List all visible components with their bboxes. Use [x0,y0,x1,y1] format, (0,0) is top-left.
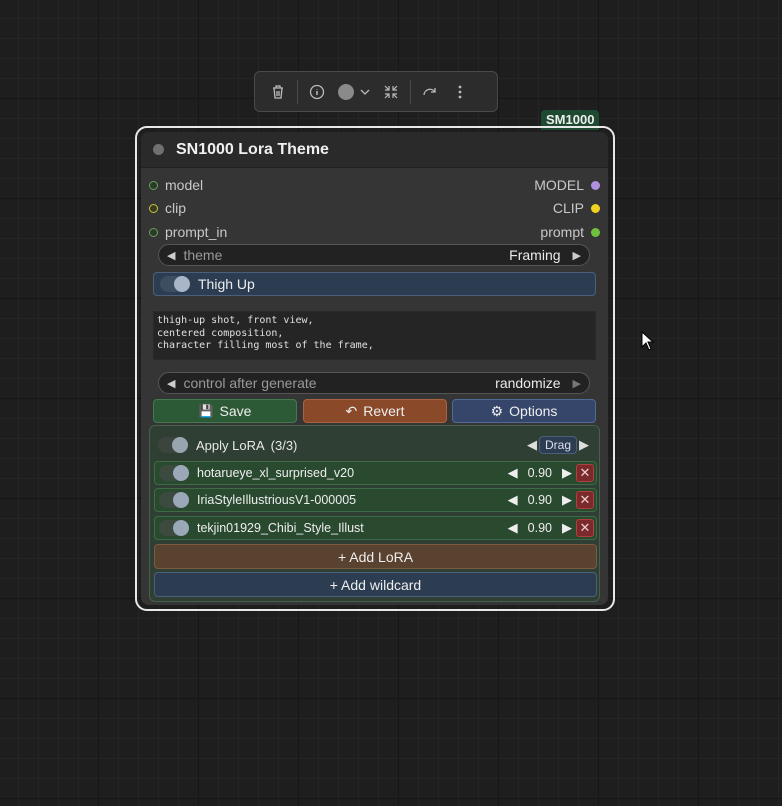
left-arrow-icon[interactable]: ◀ [508,492,518,508]
revert-label: Revert [363,403,405,419]
lora-panel: Apply LoRA (3/3) ◀ Drag ▶ hotarueye_xl_s… [149,425,600,602]
add-lora-button[interactable]: + Add LoRA [154,544,597,569]
strength-value[interactable]: 0.90 [528,521,552,535]
lora-toggle[interactable] [159,492,189,508]
right-arrow-icon[interactable]: ▶ [562,492,572,508]
toolbar-divider [297,79,298,104]
input-slot-clip[interactable] [149,203,158,213]
slot-row-model: model MODEL [141,174,608,194]
output-label: prompt [540,224,584,240]
apply-lora-count: (3/3) [270,437,298,453]
control-label: control after generate [183,375,317,391]
save-button[interactable]: 💾 Save [153,399,297,423]
undo-icon: ↶ [345,402,358,419]
right-arrow-icon[interactable]: ▶ [562,465,572,481]
lora-toggle[interactable] [159,465,189,481]
info-icon[interactable] [306,81,328,103]
input-slot-model[interactable] [149,180,158,190]
floppy-disk-icon: 💾 [198,404,214,418]
lora-strength: ◀ 0.90 ▶ [508,492,572,508]
theme-combo[interactable]: ◀ theme Framing ▶ [158,244,590,266]
left-arrow-icon[interactable]: ◀ [167,377,175,390]
strength-value[interactable]: 0.90 [528,466,552,480]
trash-icon[interactable] [267,81,289,103]
lora-row[interactable]: hotarueye_xl_surprised_v20 ◀ 0.90 ▶ ✕ [154,461,597,485]
lora-theme-node[interactable]: SN1000 Lora Theme model MODEL clip CLIP … [141,132,608,605]
input-label: model [165,177,204,193]
color-circle-icon [338,83,354,100]
right-arrow-icon[interactable]: ▶ [573,249,581,262]
output-label: CLIP [552,200,584,216]
revert-button[interactable]: ↶ Revert [303,399,447,423]
control-value: randomize [495,375,561,391]
left-arrow-icon[interactable]: ◀ [167,249,175,262]
drag-control: ◀ Drag ▶ [527,436,589,454]
node-title: SN1000 Lora Theme [176,140,329,158]
toggle-switch[interactable] [160,276,190,292]
chevron-down-icon [360,89,370,95]
thigh-up-toggle[interactable]: Thigh Up [153,272,596,296]
prompt-textarea[interactable]: thigh-up shot, front view, centered comp… [153,311,596,360]
lora-row[interactable]: IriaStyleIllustriousV1-000005 ◀ 0.90 ▶ ✕ [154,488,597,512]
apply-lora-label: Apply LoRA [196,437,265,453]
right-arrow-icon[interactable]: ▶ [573,377,581,390]
lora-toggle[interactable] [159,520,189,536]
output-slot-model[interactable] [591,180,600,190]
right-arrow-icon[interactable]: ▶ [562,520,572,536]
close-icon[interactable]: ✕ [576,464,594,482]
control-after-generate-combo[interactable]: ◀ control after generate randomize ▶ [158,372,590,394]
slot-row-prompt: prompt_in prompt [141,221,608,241]
apply-lora-row: Apply LoRA (3/3) ◀ Drag ▶ [158,434,595,456]
right-arrow-icon[interactable]: ▶ [579,437,589,453]
redo-arrow-icon[interactable] [419,81,441,103]
vertical-dots-icon[interactable] [449,81,471,103]
output-slot-clip[interactable] [591,203,600,213]
input-label: clip [165,200,187,216]
node-toolbar [254,71,498,112]
lora-name: IriaStyleIllustriousV1-000005 [197,493,357,507]
lora-name: hotarueye_xl_surprised_v20 [197,466,355,480]
close-icon[interactable]: ✕ [576,491,594,509]
options-button[interactable]: ⚙ Options [452,399,596,423]
strength-value[interactable]: 0.90 [528,493,552,507]
theme-value: Framing [509,247,561,263]
toggle-label: Thigh Up [198,276,255,292]
node-header[interactable]: SN1000 Lora Theme [141,132,608,168]
lora-strength: ◀ 0.90 ▶ [508,520,572,536]
drag-mode-value[interactable]: Drag [538,436,577,454]
apply-lora-toggle[interactable] [158,437,188,453]
toolbar-divider [410,79,411,104]
slot-row-clip: clip CLIP [141,197,608,217]
close-icon[interactable]: ✕ [576,519,594,537]
options-label: Options [509,403,558,419]
collapse-toggle-icon[interactable] [153,144,164,155]
mouse-cursor-icon [641,331,655,351]
output-slot-prompt[interactable] [591,227,600,237]
gear-icon: ⚙ [490,402,504,419]
color-picker-button[interactable] [338,83,370,100]
lora-row[interactable]: tekjin01929_Chibi_Style_Illust ◀ 0.90 ▶ … [154,516,597,540]
left-arrow-icon[interactable]: ◀ [508,465,518,481]
left-arrow-icon[interactable]: ◀ [527,437,537,453]
output-label: MODEL [534,177,584,193]
theme-label: theme [183,247,223,263]
left-arrow-icon[interactable]: ◀ [508,520,518,536]
save-label: Save [219,403,252,419]
input-slot-prompt-in[interactable] [149,227,158,237]
input-label: prompt_in [165,224,228,240]
add-wildcard-button[interactable]: + Add wildcard [154,572,597,597]
lora-strength: ◀ 0.90 ▶ [508,465,572,481]
shrink-icon[interactable] [380,81,402,103]
lora-name: tekjin01929_Chibi_Style_Illust [197,521,364,535]
